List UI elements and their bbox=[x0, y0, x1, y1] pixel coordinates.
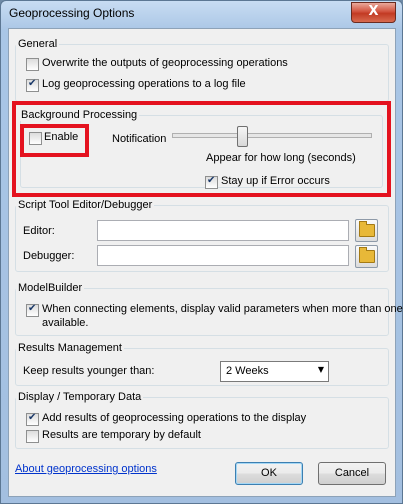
editor-input[interactable] bbox=[97, 220, 349, 241]
modelbuilder-heading: ModelBuilder bbox=[16, 282, 85, 294]
valid-params-checkbox[interactable] bbox=[26, 303, 39, 317]
display-heading: Display / Temporary Data bbox=[16, 391, 144, 403]
editor-browse-button[interactable] bbox=[355, 219, 378, 242]
slider-caption: Appear for how long (seconds) bbox=[206, 152, 356, 164]
add-results-checkbox[interactable] bbox=[26, 412, 39, 426]
chevron-down-icon: ▼ bbox=[317, 365, 324, 374]
folder-icon bbox=[359, 247, 375, 263]
stay-up-checkbox[interactable] bbox=[205, 175, 218, 189]
ok-button[interactable]: OK bbox=[235, 462, 303, 485]
valid-params-label-line1: When connecting elements, display valid … bbox=[42, 303, 403, 315]
general-group: General bbox=[15, 38, 389, 102]
overwrite-label: Overwrite the outputs of geoprocessing o… bbox=[42, 57, 288, 69]
valid-params-label-line2: available. bbox=[42, 317, 89, 329]
window-title: Geoprocessing Options bbox=[9, 6, 135, 20]
background-heading: Background Processing bbox=[19, 109, 140, 121]
script-tool-heading: Script Tool Editor/Debugger bbox=[16, 199, 155, 211]
close-button[interactable]: X bbox=[351, 2, 396, 23]
keep-results-label: Keep results younger than: bbox=[23, 365, 155, 377]
general-heading: General bbox=[16, 38, 60, 50]
temporary-checkbox[interactable] bbox=[26, 430, 39, 443]
title-bar: Geoprocessing Options X bbox=[1, 1, 402, 27]
log-checkbox[interactable] bbox=[26, 78, 39, 92]
temporary-label: Results are temporary by default bbox=[42, 429, 201, 441]
add-results-label: Add results of geoprocessing operations … bbox=[42, 412, 307, 424]
keep-results-value: 2 Weeks bbox=[226, 365, 269, 377]
stay-up-label: Stay up if Error occurs bbox=[221, 175, 330, 187]
debugger-input[interactable] bbox=[97, 245, 349, 266]
enable-checkbox[interactable] bbox=[29, 132, 42, 145]
debugger-label: Debugger: bbox=[23, 250, 75, 262]
results-heading: Results Management bbox=[16, 342, 124, 354]
enable-label: Enable bbox=[44, 131, 79, 143]
overwrite-checkbox[interactable] bbox=[26, 58, 39, 71]
editor-label: Editor: bbox=[23, 225, 55, 237]
log-label: Log geoprocessing operations to a log fi… bbox=[42, 78, 246, 90]
dialog-body: General Overwrite the outputs of geoproc… bbox=[8, 28, 403, 497]
notification-slider-track[interactable] bbox=[172, 133, 372, 138]
about-link[interactable]: About geoprocessing options bbox=[15, 463, 157, 475]
notification-slider-thumb[interactable] bbox=[237, 126, 248, 147]
geoprocessing-options-dialog: Geoprocessing Options X General Overwrit… bbox=[0, 0, 403, 504]
keep-results-select[interactable]: 2 Weeks ▼ bbox=[220, 361, 329, 382]
folder-icon bbox=[359, 221, 375, 237]
cancel-button[interactable]: Cancel bbox=[318, 462, 386, 485]
notification-label: Notification bbox=[112, 133, 167, 145]
debugger-browse-button[interactable] bbox=[355, 245, 378, 268]
